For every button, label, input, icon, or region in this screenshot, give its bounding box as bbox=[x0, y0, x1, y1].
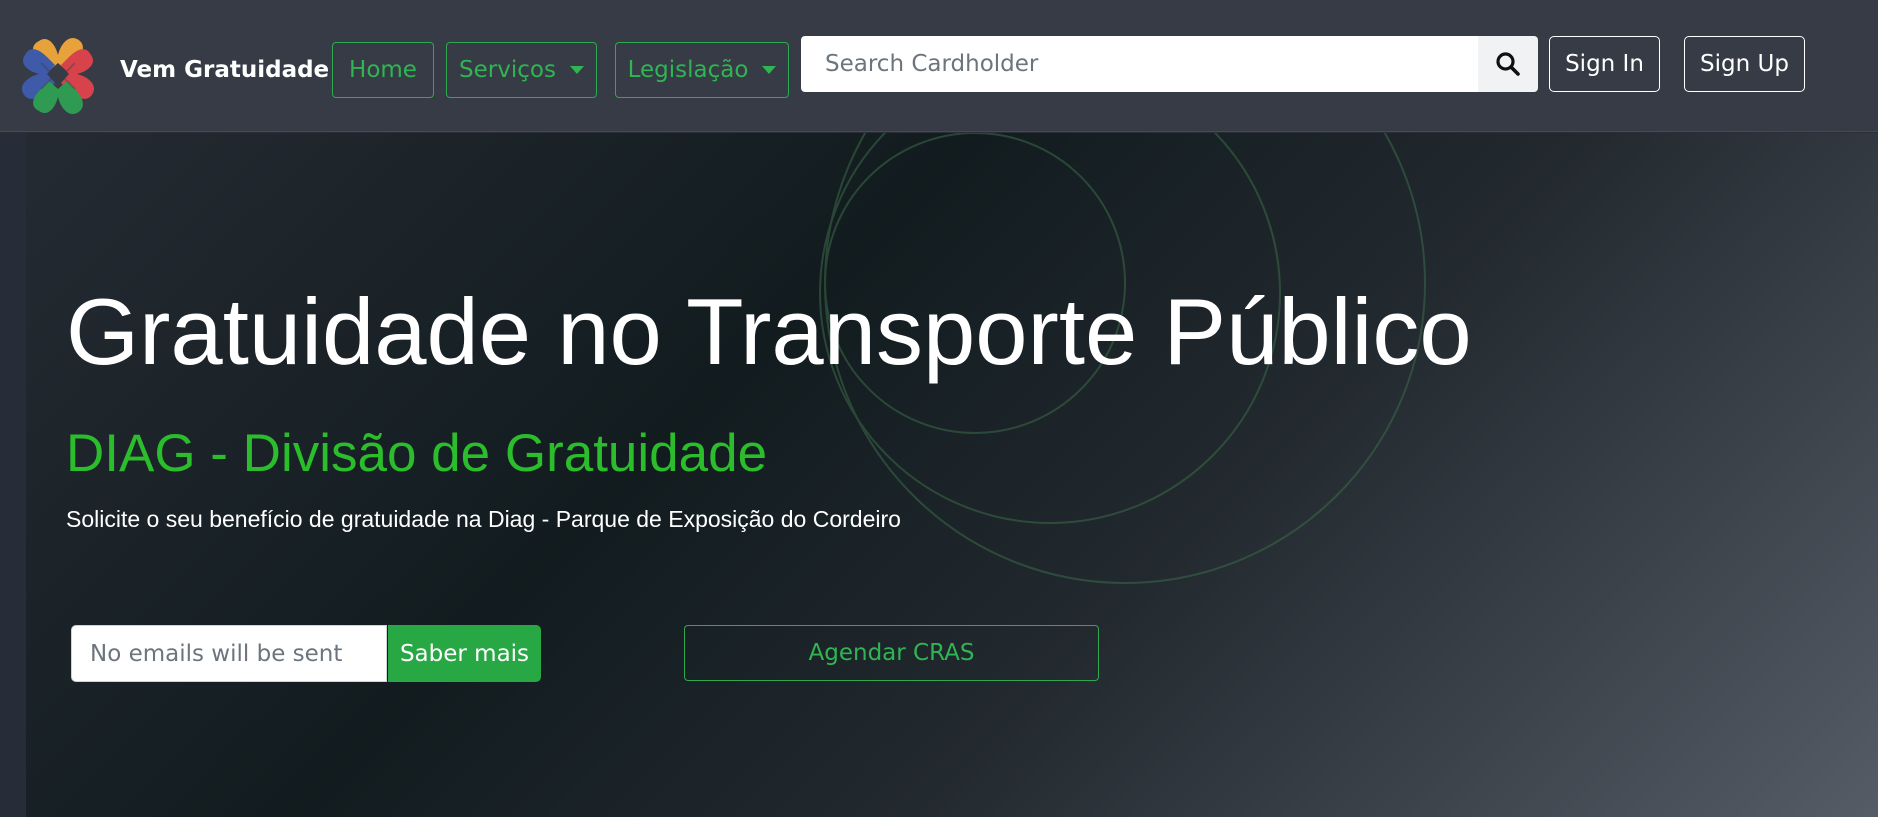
nav-home[interactable]: Home bbox=[332, 42, 434, 98]
search-button[interactable] bbox=[1478, 36, 1538, 92]
agendar-cras-button[interactable]: Agendar CRAS bbox=[684, 625, 1099, 681]
email-input[interactable] bbox=[71, 625, 387, 682]
nav-servicos-dropdown[interactable]: Serviços bbox=[446, 42, 597, 98]
nav-servicos-label: Serviços bbox=[459, 57, 556, 83]
agendar-cras-label: Agendar CRAS bbox=[808, 640, 975, 666]
search-input[interactable] bbox=[801, 36, 1478, 92]
saber-mais-label: Saber mais bbox=[399, 640, 530, 667]
hero-description: Solicite o seu benefício de gratuidade n… bbox=[66, 506, 901, 532]
caret-down-icon bbox=[569, 66, 584, 74]
sign-in-button[interactable]: Sign In bbox=[1549, 36, 1660, 92]
search-bar bbox=[801, 36, 1538, 92]
navbar: Vem Gratuidade Home Serviços Legislação … bbox=[0, 0, 1878, 132]
hero-subtitle: DIAG - Divisão de Gratuidade bbox=[66, 424, 768, 483]
brand-name[interactable]: Vem Gratuidade bbox=[120, 57, 329, 83]
nav-legislacao-label: Legislação bbox=[627, 57, 749, 83]
caret-down-icon bbox=[762, 66, 777, 74]
nav-legislacao-dropdown[interactable]: Legislação bbox=[615, 42, 789, 98]
hero-title: Gratuidade no Transporte Público bbox=[66, 279, 1472, 384]
search-icon bbox=[1496, 52, 1520, 76]
sign-up-label: Sign Up bbox=[1700, 51, 1789, 77]
hero-section: Gratuidade no Transporte Público DIAG - … bbox=[0, 133, 1878, 817]
sign-in-label: Sign In bbox=[1565, 51, 1644, 77]
saber-mais-button[interactable]: Saber mais bbox=[388, 625, 541, 682]
nav-home-label: Home bbox=[349, 57, 417, 83]
x-logo-icon[interactable] bbox=[17, 33, 99, 119]
sign-up-button[interactable]: Sign Up bbox=[1684, 36, 1805, 92]
